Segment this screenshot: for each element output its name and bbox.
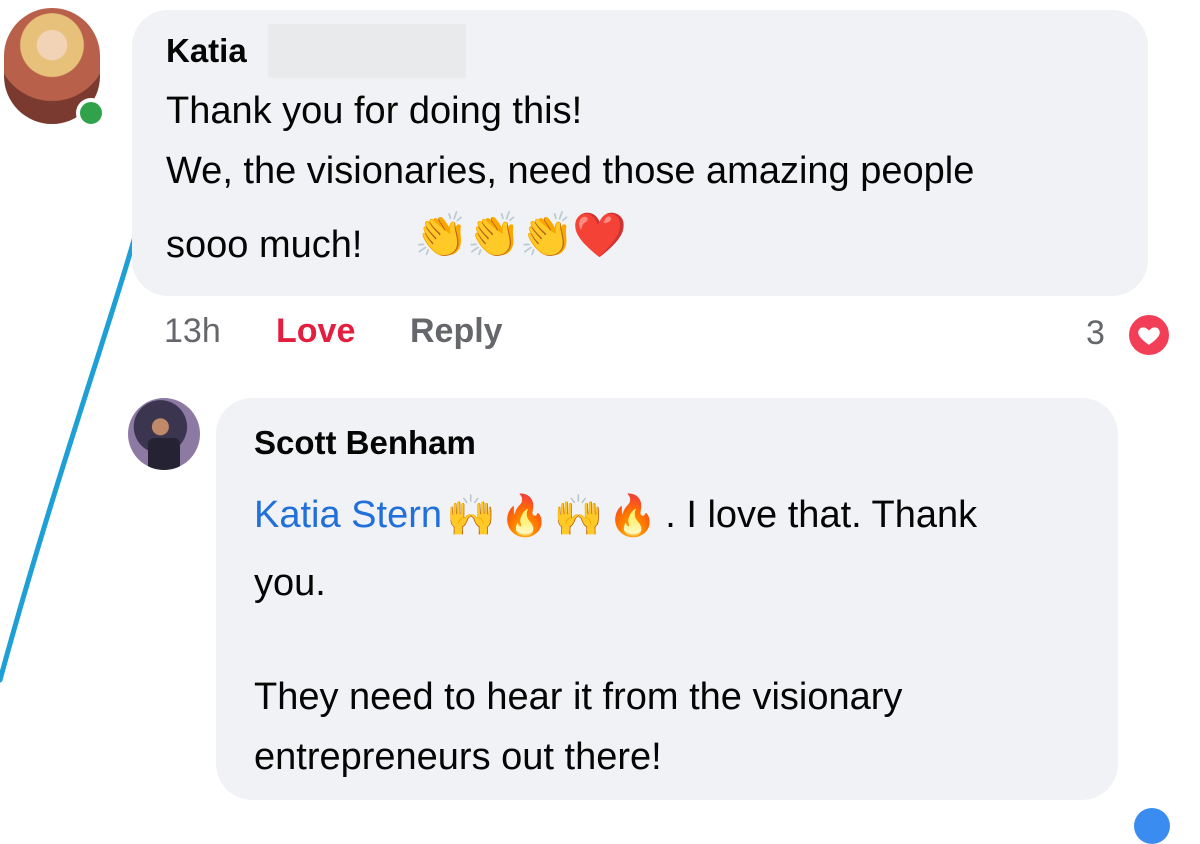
comment-timestamp[interactable]: 13h <box>164 312 221 351</box>
reply-text-line: entrepreneurs out there! <box>254 736 662 778</box>
comment-author[interactable]: Katia <box>166 32 247 70</box>
redacted-name-block <box>268 24 466 78</box>
clapping-hands-icon: 👏 <box>414 211 469 260</box>
mention-link[interactable]: Katia Stern <box>254 494 442 537</box>
fire-icon: 🔥 <box>499 493 550 538</box>
red-heart-icon: ❤️ <box>572 211 628 260</box>
reply-text-line: They need to hear it from the visionary <box>254 676 903 718</box>
heart-icon[interactable] <box>1126 312 1172 358</box>
blue-circle-icon <box>1134 808 1170 844</box>
clapping-hands-icon: 👏 <box>519 211 575 260</box>
comment-text-line: sooo much! <box>166 224 363 266</box>
avatar-katia[interactable] <box>4 8 106 128</box>
reply-button[interactable]: Reply <box>410 312 503 351</box>
love-button[interactable]: Love <box>276 312 355 351</box>
fire-icon: 🔥 <box>607 493 658 538</box>
comment-text-line: We, the visionaries, need those amazing … <box>166 150 975 192</box>
profile-photo <box>148 438 180 470</box>
reply-text-line: Katia Stern 🙌 🔥 🙌 🔥 . I love that. Thank <box>254 494 977 537</box>
avatar-scott[interactable] <box>128 398 200 470</box>
reply-text: . I love that. Thank <box>665 494 978 536</box>
online-status-icon <box>76 98 106 128</box>
reply-text-line: you. <box>254 562 326 604</box>
raising-hands-icon: 🙌 <box>446 493 496 538</box>
comment-author[interactable]: Scott Benham <box>254 424 476 462</box>
emoji-row: 👏 👏 👏 ❤️ <box>414 211 628 260</box>
comment-text-line: Thank you for doing this! <box>166 90 583 132</box>
heart-icon-shape <box>1138 327 1160 345</box>
reaction-count[interactable]: 3 <box>1086 314 1105 353</box>
clapping-hands-icon: 👏 <box>466 211 522 260</box>
raising-hands-icon: 🙌 <box>553 493 604 538</box>
